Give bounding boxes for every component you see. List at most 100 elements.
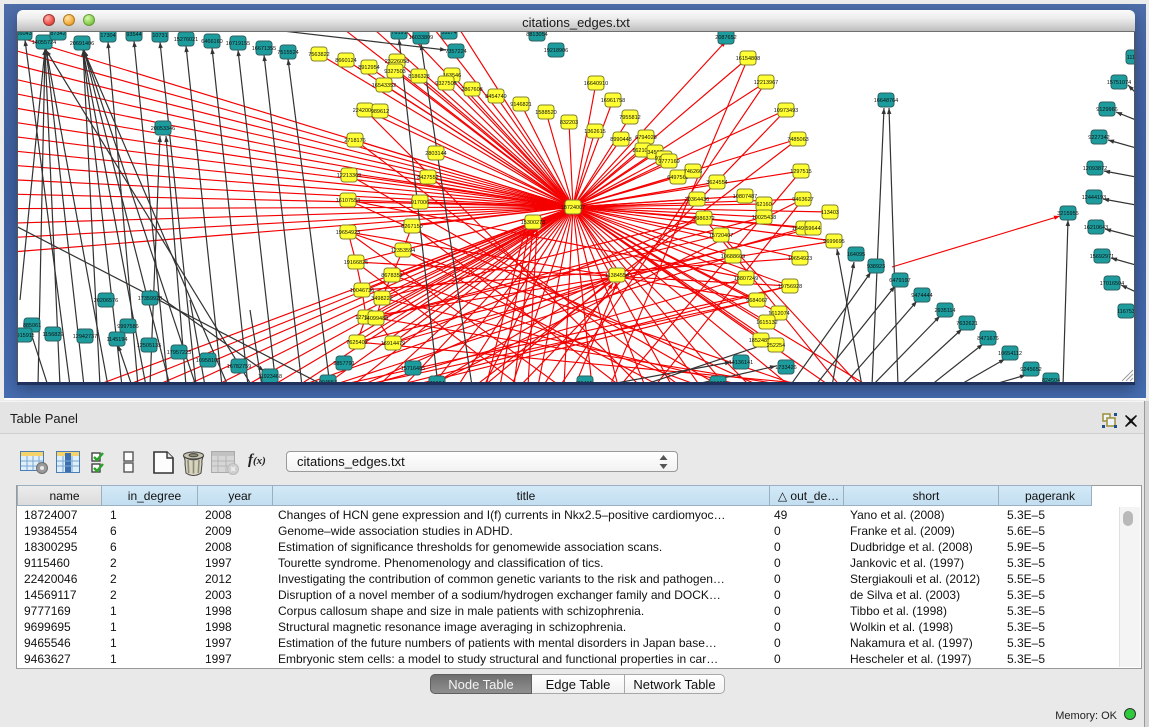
svg-text:10731: 10731 bbox=[152, 33, 167, 39]
svg-text:19218906: 19218906 bbox=[544, 48, 568, 54]
svg-text:9227342: 9227342 bbox=[1088, 135, 1109, 141]
svg-text:15692971: 15692971 bbox=[1090, 254, 1114, 260]
svg-text:8813054: 8813054 bbox=[526, 32, 547, 38]
svg-text:12353594: 12353594 bbox=[391, 248, 415, 254]
svg-text:62160: 62160 bbox=[756, 202, 771, 208]
svg-text:76191: 76191 bbox=[391, 32, 406, 36]
svg-text:10958107: 10958107 bbox=[196, 358, 220, 364]
svg-text:11384554: 11384554 bbox=[605, 273, 629, 279]
svg-text:11172: 11172 bbox=[1127, 55, 1134, 61]
svg-text:10046736: 10046736 bbox=[350, 288, 374, 294]
svg-text:14055724: 14055724 bbox=[32, 40, 56, 46]
svg-text:16640910: 16640910 bbox=[584, 81, 608, 87]
svg-text:164095: 164095 bbox=[847, 252, 865, 258]
svg-text:93544: 93544 bbox=[126, 32, 141, 38]
svg-text:17304: 17304 bbox=[100, 33, 115, 39]
svg-text:252254: 252254 bbox=[767, 343, 785, 349]
svg-text:9699695: 9699695 bbox=[823, 239, 844, 245]
svg-text:3498222: 3498222 bbox=[371, 296, 392, 302]
svg-text:16961758: 16961758 bbox=[601, 98, 625, 104]
svg-text:2718176: 2718176 bbox=[344, 138, 365, 144]
svg-text:18807249: 18807249 bbox=[734, 276, 758, 282]
svg-text:8186328: 8186328 bbox=[408, 74, 429, 80]
svg-text:3215955: 3215955 bbox=[1057, 211, 1078, 217]
svg-text:6466160: 6466160 bbox=[201, 39, 222, 45]
svg-text:12213967: 12213967 bbox=[754, 80, 778, 86]
svg-text:3915911: 3915911 bbox=[18, 333, 35, 339]
svg-text:1733426: 1733426 bbox=[775, 365, 796, 371]
svg-text:1297515: 1297515 bbox=[790, 169, 811, 175]
svg-text:917006: 917006 bbox=[411, 200, 429, 206]
svg-text:12942737: 12942737 bbox=[73, 334, 97, 340]
svg-text:1588520: 1588520 bbox=[535, 110, 556, 116]
svg-text:15276021: 15276021 bbox=[174, 37, 198, 43]
svg-text:17957223: 17957223 bbox=[167, 350, 191, 356]
svg-text:1615132: 1615132 bbox=[756, 320, 777, 326]
svg-text:17359928: 17359928 bbox=[138, 296, 162, 302]
svg-text:9146821: 9146821 bbox=[510, 102, 531, 108]
svg-text:8267150: 8267150 bbox=[401, 224, 422, 230]
svg-text:1362615: 1362615 bbox=[584, 129, 605, 135]
svg-text:16043: 16043 bbox=[18, 32, 32, 37]
svg-text:3624554: 3624554 bbox=[706, 180, 727, 186]
svg-text:16782759: 16782759 bbox=[227, 364, 251, 370]
svg-text:12093872: 12093872 bbox=[1083, 166, 1107, 172]
svg-text:2867608: 2867608 bbox=[461, 87, 482, 93]
svg-text:8454749: 8454749 bbox=[485, 94, 506, 100]
svg-text:989612: 989612 bbox=[371, 109, 389, 115]
svg-text:7986372: 7986372 bbox=[693, 216, 714, 222]
svg-text:11923468: 11923468 bbox=[258, 374, 282, 380]
svg-text:7625402: 7625402 bbox=[346, 340, 367, 346]
svg-text:87342: 87342 bbox=[50, 32, 65, 37]
svg-text:20364436: 20364436 bbox=[685, 197, 709, 203]
svg-text:746266: 746266 bbox=[684, 169, 702, 175]
svg-text:7563822: 7563822 bbox=[308, 52, 329, 58]
svg-text:9474444: 9474444 bbox=[911, 293, 932, 299]
svg-text:15716485: 15716485 bbox=[401, 366, 425, 372]
svg-text:35274: 35274 bbox=[441, 32, 456, 36]
svg-text:8660124: 8660124 bbox=[335, 58, 356, 64]
svg-text:9129966: 9129966 bbox=[1096, 107, 1117, 113]
svg-text:8678352: 8678352 bbox=[381, 273, 402, 279]
svg-text:14099489: 14099489 bbox=[364, 316, 388, 322]
svg-text:9245652: 9245652 bbox=[1020, 367, 1041, 373]
svg-text:16914479: 16914479 bbox=[381, 341, 405, 347]
svg-text:9327508: 9327508 bbox=[435, 81, 456, 87]
svg-text:12213369: 12213369 bbox=[337, 173, 361, 179]
svg-text:16154808: 16154808 bbox=[736, 56, 760, 62]
svg-text:16543352: 16543352 bbox=[372, 83, 396, 89]
svg-text:15300273: 15300273 bbox=[521, 220, 545, 226]
svg-text:10973493: 10973493 bbox=[774, 108, 798, 114]
svg-text:17016504: 17016504 bbox=[1100, 281, 1124, 287]
svg-text:7485063: 7485063 bbox=[787, 137, 808, 143]
svg-text:2935114: 2935114 bbox=[934, 308, 955, 314]
svg-text:15751074: 15751074 bbox=[1107, 80, 1131, 86]
svg-text:116753: 116753 bbox=[1117, 309, 1134, 315]
svg-text:1156829: 1156829 bbox=[42, 332, 63, 338]
svg-text:15720407: 15720407 bbox=[709, 233, 733, 239]
svg-text:8427552: 8427552 bbox=[417, 175, 438, 181]
svg-text:7357224: 7357224 bbox=[445, 49, 466, 55]
svg-text:10654112: 10654112 bbox=[998, 351, 1022, 357]
svg-text:18724007: 18724007 bbox=[561, 205, 585, 211]
svg-text:8990448: 8990448 bbox=[610, 137, 631, 143]
svg-text:938923: 938923 bbox=[867, 264, 885, 270]
svg-text:20206576: 20206576 bbox=[94, 298, 118, 304]
svg-text:19756928: 19756928 bbox=[778, 284, 802, 290]
svg-text:1145194: 1145194 bbox=[106, 337, 127, 343]
svg-text:10688609: 10688609 bbox=[721, 254, 745, 260]
svg-text:2803144: 2803144 bbox=[425, 151, 446, 157]
svg-text:7632621: 7632621 bbox=[956, 321, 977, 327]
svg-text:832203: 832203 bbox=[560, 120, 578, 126]
svg-text:16033809: 16033809 bbox=[409, 35, 433, 41]
svg-text:10807487: 10807487 bbox=[733, 194, 757, 200]
svg-text:20691406: 20691406 bbox=[70, 41, 94, 47]
svg-text:12444193: 12444193 bbox=[1082, 195, 1106, 201]
svg-text:6794028: 6794028 bbox=[635, 135, 656, 141]
svg-text:7955812: 7955812 bbox=[619, 115, 640, 121]
svg-text:14136141: 14136141 bbox=[729, 360, 753, 366]
svg-text:59644: 59644 bbox=[805, 226, 820, 232]
svg-text:9463627: 9463627 bbox=[792, 197, 813, 203]
svg-text:7515524: 7515524 bbox=[277, 50, 298, 56]
svg-text:9684067: 9684067 bbox=[746, 298, 767, 304]
